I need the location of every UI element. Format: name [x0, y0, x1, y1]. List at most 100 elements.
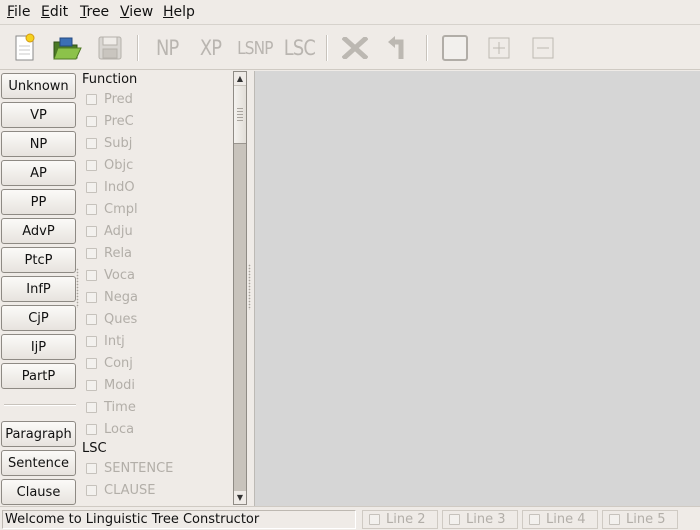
function-item-checkbox[interactable] [86, 93, 97, 105]
open-folder-icon [53, 37, 82, 60]
function-item-checkbox[interactable] [86, 225, 97, 237]
line-2-checkbox[interactable] [369, 514, 380, 525]
toolbar: NP XP LSNP LSC [0, 25, 700, 70]
ap-button[interactable]: AP [1, 160, 76, 186]
menu-view[interactable]: View [120, 4, 153, 20]
function-item-checkbox[interactable] [86, 357, 97, 369]
function-item-label: Ques [104, 311, 138, 327]
canvas-resize-grip[interactable] [248, 264, 251, 310]
undo-button[interactable] [382, 32, 416, 64]
np-phrase-button[interactable]: NP [1, 131, 76, 157]
cjp-button[interactable]: CjP [1, 305, 76, 331]
function-item-modi[interactable]: Modi [86, 377, 135, 393]
tree-canvas[interactable] [254, 71, 700, 506]
line-3-toggle[interactable]: Line 3 [442, 510, 518, 529]
line-4-checkbox[interactable] [529, 514, 540, 525]
paragraph-button[interactable]: Paragraph [1, 421, 76, 447]
vp-button[interactable]: VP [1, 102, 76, 128]
advp-button[interactable]: AdvP [1, 218, 76, 244]
line-5-checkbox[interactable] [609, 514, 620, 525]
function-item-checkbox[interactable] [86, 291, 97, 303]
new-document-icon [15, 33, 35, 61]
delete-button[interactable] [338, 32, 372, 64]
clause-button[interactable]: Clause [1, 479, 76, 505]
lsc-item-clause[interactable]: CLAUSE [86, 482, 156, 498]
function-item-cmpl[interactable]: Cmpl [86, 201, 138, 217]
undo-icon [388, 36, 404, 59]
function-item-label: Loca [104, 421, 135, 437]
expand-button[interactable] [482, 32, 516, 64]
menu-tree[interactable]: Tree [80, 4, 109, 20]
function-item-checkbox[interactable] [86, 115, 97, 127]
pane-resize-grip[interactable] [76, 268, 79, 308]
function-item-ques[interactable]: Ques [86, 311, 137, 327]
function-item-checkbox[interactable] [86, 269, 97, 281]
function-item-rela[interactable]: Rela [86, 245, 132, 261]
function-item-checkbox[interactable] [86, 247, 97, 259]
function-item-subj[interactable]: Subj [86, 135, 132, 151]
function-item-checkbox[interactable] [86, 313, 97, 325]
function-item-conj[interactable]: Conj [86, 355, 133, 371]
function-item-intj[interactable]: Intj [86, 333, 125, 349]
function-item-label: Conj [104, 355, 133, 371]
phrase-button-column: Unknown VP NP AP PP AdvP PtcP InfP CjP I… [0, 70, 78, 506]
function-item-checkbox[interactable] [86, 335, 97, 347]
plus-icon [488, 37, 510, 59]
menu-bar: File Edit Tree View Help [0, 0, 700, 25]
open-button[interactable] [50, 32, 84, 64]
lsnp-button[interactable]: LSNP [236, 32, 274, 64]
scroll-down-arrow[interactable]: ▼ [234, 491, 246, 504]
function-item-voca[interactable]: Voca [86, 267, 135, 283]
lsc-button[interactable]: LSC [281, 32, 317, 64]
unknown-button[interactable]: Unknown [1, 73, 76, 99]
pp-button[interactable]: PP [1, 189, 76, 215]
infp-button[interactable]: InfP [1, 276, 76, 302]
np-button[interactable]: NP [150, 32, 184, 64]
scroll-thumb[interactable] [234, 86, 246, 144]
lsc-item-checkbox[interactable] [86, 484, 97, 496]
function-item-checkbox[interactable] [86, 423, 97, 435]
xp-button[interactable]: XP [194, 32, 228, 64]
lsc-heading: LSC [82, 441, 107, 456]
box-button[interactable] [438, 32, 472, 64]
toolbar-separator [137, 35, 139, 61]
toolbar-separator [426, 35, 428, 61]
new-document-button[interactable] [8, 32, 40, 64]
ptcp-button[interactable]: PtcP [1, 247, 76, 273]
menu-edit[interactable]: Edit [41, 4, 68, 20]
function-item-prec[interactable]: PreC [86, 113, 134, 129]
function-item-adju[interactable]: Adju [86, 223, 133, 239]
line-3-checkbox[interactable] [449, 514, 460, 525]
function-item-label: Modi [104, 377, 136, 393]
menu-help[interactable]: Help [163, 4, 195, 20]
function-item-objc[interactable]: Objc [86, 157, 133, 173]
function-item-checkbox[interactable] [86, 379, 97, 391]
function-item-nega[interactable]: Nega [86, 289, 138, 305]
partp-button[interactable]: PartP [1, 363, 76, 389]
lsc-item-sentence[interactable]: SENTENCE [86, 460, 173, 476]
delete-icon [342, 37, 368, 59]
panel-scrollbar[interactable]: ▲ ▼ [233, 71, 247, 505]
function-item-time[interactable]: Time [86, 399, 136, 415]
function-item-label: Objc [104, 157, 134, 173]
lsc-item-checkbox[interactable] [86, 462, 97, 474]
menu-file[interactable]: File [7, 4, 30, 20]
function-item-checkbox[interactable] [86, 181, 97, 193]
line-5-toggle[interactable]: Line 5 [602, 510, 678, 529]
scroll-up-arrow[interactable]: ▲ [234, 72, 246, 85]
function-item-checkbox[interactable] [86, 159, 97, 171]
collapse-button[interactable] [526, 32, 560, 64]
function-item-checkbox[interactable] [86, 401, 97, 413]
function-item-label: IndO [104, 179, 135, 195]
ijp-button[interactable]: IjP [1, 334, 76, 360]
save-button[interactable] [94, 32, 126, 64]
function-item-checkbox[interactable] [86, 137, 97, 149]
function-item-checkbox[interactable] [86, 203, 97, 215]
function-item-indo[interactable]: IndO [86, 179, 135, 195]
line-4-toggle[interactable]: Line 4 [522, 510, 598, 529]
function-item-loca[interactable]: Loca [86, 421, 134, 437]
function-item-label: PreC [104, 113, 134, 129]
function-item-pred[interactable]: Pred [86, 91, 133, 107]
line-2-toggle[interactable]: Line 2 [362, 510, 438, 529]
sentence-button[interactable]: Sentence [1, 450, 76, 476]
